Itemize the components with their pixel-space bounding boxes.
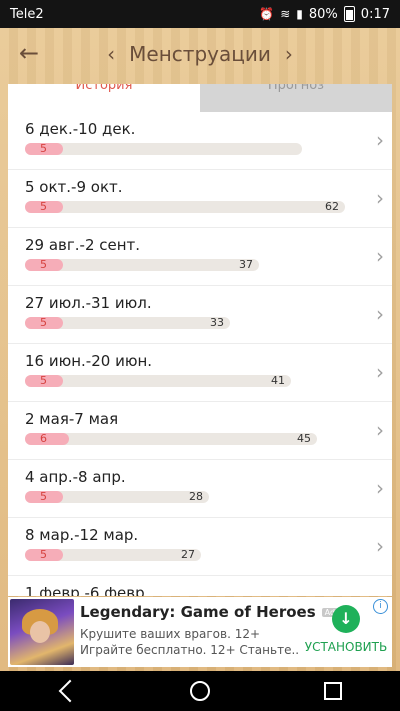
- period-date-range: 2 мая-7 мая: [25, 410, 119, 428]
- period-days-bar: 5: [25, 259, 63, 271]
- period-days-bar: 6: [25, 433, 69, 445]
- tab-history[interactable]: История: [8, 84, 200, 112]
- nav-back-icon: [58, 679, 81, 703]
- nav-home-button[interactable]: [180, 671, 220, 711]
- period-days-bar: 5: [25, 317, 63, 329]
- alarm-icon: ⏰: [259, 7, 275, 21]
- ad-banner[interactable]: Legendary: Game of Heroes Ad Крушите ваши…: [8, 597, 392, 667]
- cycle-length-value: 27: [181, 548, 195, 561]
- cycle-length-bar: 6 45: [25, 433, 317, 445]
- next-month-button[interactable]: ›: [285, 42, 293, 66]
- ad-description-1: Крушите ваших врагов. 12+: [80, 627, 261, 641]
- cycle-length-bar: 5 33: [25, 317, 230, 329]
- page-title: Менструации: [129, 42, 271, 66]
- period-date-range: 8 мар.-12 мар.: [25, 526, 139, 544]
- period-days-bar: 5: [25, 143, 63, 155]
- chevron-right-icon: ›: [376, 186, 384, 210]
- cycle-length-bar: 5: [25, 143, 302, 155]
- period-row[interactable]: 29 авг.-2 сент. 5 37 ›: [8, 228, 392, 286]
- cycle-length-value: 62: [325, 200, 339, 213]
- carrier-label: Tele2: [10, 6, 44, 22]
- cycle-length-bar: 5 27: [25, 549, 201, 561]
- period-days-bar: 5: [25, 375, 63, 387]
- cycle-length-value: 28: [189, 490, 203, 503]
- nav-recents-button[interactable]: [313, 671, 353, 711]
- chevron-right-icon: ›: [376, 302, 384, 326]
- period-date-range: 27 июл.-31 июл.: [25, 294, 152, 312]
- period-row[interactable]: 5 окт.-9 окт. 5 62 ›: [8, 170, 392, 228]
- system-nav-bar: [0, 671, 400, 711]
- chevron-right-icon: ›: [376, 128, 384, 152]
- period-date-range: 29 авг.-2 сент.: [25, 236, 141, 254]
- chevron-right-icon: ›: [376, 592, 384, 596]
- period-date-range: 1 февр.-6 февр.: [25, 584, 150, 596]
- app-header: ‹ Менструации › ←: [0, 28, 400, 80]
- ad-description-2: Играйте бесплатно. 12+ Станьте...: [80, 643, 300, 657]
- battery-icon: [343, 6, 355, 22]
- period-days-bar: 5: [25, 549, 63, 561]
- prev-month-button[interactable]: ‹: [107, 42, 115, 66]
- chevron-right-icon: ›: [376, 476, 384, 500]
- period-row[interactable]: 6 дек.-10 дек. 5 ›: [8, 112, 392, 170]
- battery-percent: 80%: [308, 6, 338, 22]
- period-row[interactable]: 8 мар.-12 мар. 5 27 ›: [8, 518, 392, 576]
- period-days-bar: 5: [25, 491, 63, 503]
- ad-game-image[interactable]: [10, 599, 74, 665]
- chevron-right-icon: ›: [376, 244, 384, 268]
- cycle-length-value: 45: [297, 432, 311, 445]
- download-arrow-icon: ↓: [332, 605, 360, 633]
- ad-title[interactable]: Legendary: Game of Heroes Ad: [80, 603, 339, 621]
- period-row[interactable]: 4 апр.-8 апр. 5 28 ›: [8, 460, 392, 518]
- cycle-length-value: 41: [271, 374, 285, 387]
- cycle-length-value: 37: [239, 258, 253, 271]
- nav-recents-icon: [324, 682, 343, 700]
- chevron-right-icon: ›: [376, 360, 384, 384]
- period-list: 6 дек.-10 дек. 5 › 5 окт.-9 окт. 5 62 › 29 авг.…: [8, 112, 392, 596]
- back-arrow-icon[interactable]: ←: [14, 38, 44, 68]
- period-row[interactable]: 2 мая-7 мая 6 45 ›: [8, 402, 392, 460]
- status-bar: Tele2 ⏰ ≋ ▮ 80% 0:17: [0, 0, 400, 28]
- period-date-range: 4 апр.-8 апр.: [25, 468, 126, 486]
- tab-forecast[interactable]: Прогноз: [200, 84, 392, 112]
- period-row[interactable]: 1 февр.-6 февр. ›: [8, 576, 392, 596]
- period-date-range: 5 окт.-9 окт.: [25, 178, 123, 196]
- history-panel: История Прогноз 6 дек.-10 дек. 5 › 5 окт.-9…: [8, 84, 392, 596]
- nav-back-button[interactable]: [47, 671, 87, 711]
- period-days-bar: 5: [25, 201, 63, 213]
- period-date-range: 6 дек.-10 дек.: [25, 120, 136, 138]
- signal-icon: ▮: [296, 7, 303, 21]
- ad-install-button[interactable]: ↓ УСТАНОВИТЬ: [302, 605, 390, 663]
- ad-install-label: УСТАНОВИТЬ: [304, 640, 388, 654]
- cycle-length-bar: 5 37: [25, 259, 259, 271]
- cycle-length-bar: 5 41: [25, 375, 291, 387]
- chevron-right-icon: ›: [376, 534, 384, 558]
- cycle-length-value: 33: [210, 316, 224, 329]
- cycle-length-bar: 5 28: [25, 491, 209, 503]
- tab-bar: История Прогноз: [8, 84, 392, 112]
- chevron-right-icon: ›: [376, 418, 384, 442]
- clock: 0:17: [360, 6, 390, 22]
- period-row[interactable]: 27 июл.-31 июл. 5 33 ›: [8, 286, 392, 344]
- cycle-length-bar: 5 62: [25, 201, 345, 213]
- nav-home-icon: [189, 681, 210, 701]
- period-row[interactable]: 16 июн.-20 июн. 5 41 ›: [8, 344, 392, 402]
- wifi-icon: ≋: [280, 7, 291, 21]
- period-date-range: 16 июн.-20 июн.: [25, 352, 153, 370]
